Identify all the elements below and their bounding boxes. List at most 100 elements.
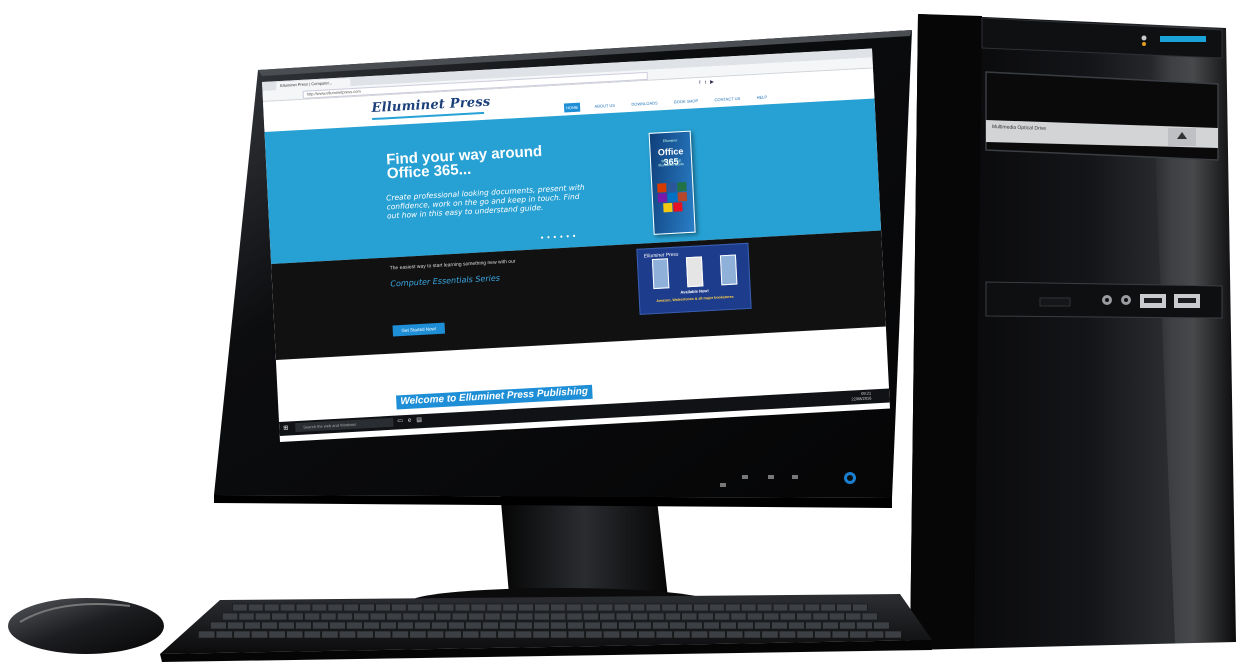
keyboard-key xyxy=(788,603,804,612)
keyboard-key xyxy=(804,603,820,612)
keyboard-key xyxy=(263,603,280,612)
nav-item-downloads[interactable]: DOWNLOADS xyxy=(629,98,660,109)
keyboard-key xyxy=(248,603,264,612)
keyboard-key xyxy=(726,630,744,639)
keyboard-key xyxy=(499,621,516,630)
taskbar-search-input[interactable]: Search the web and Windows xyxy=(295,417,394,433)
keyboard-key xyxy=(645,603,661,612)
keyboard-key xyxy=(599,612,616,621)
keyboard-key xyxy=(271,612,288,621)
keyboard-key xyxy=(635,621,652,630)
keyboard-key xyxy=(673,630,691,639)
get-started-button[interactable]: Get Started Now! xyxy=(392,322,446,337)
youtube-icon[interactable]: ▶ xyxy=(710,79,718,85)
series-name: Computer Essentials Series xyxy=(390,273,501,289)
keyboard-key xyxy=(484,612,501,621)
keyboard-key xyxy=(448,621,465,630)
promo-banner[interactable]: Elluminet Press Available Now! Amazon, W… xyxy=(636,242,752,315)
keyboard-key xyxy=(861,612,878,621)
keyboard-key xyxy=(629,603,645,612)
task-view-icon[interactable]: ▭ xyxy=(397,418,408,425)
keyboard-key xyxy=(338,630,356,639)
keyboard-key xyxy=(836,603,852,612)
keyboard-key xyxy=(693,603,709,612)
keyboard-key xyxy=(295,603,312,612)
keyboard-key xyxy=(286,630,304,639)
promo-book-3 xyxy=(719,254,738,286)
desktop-computer-photo: Elluminet Press | Computer... http://www… xyxy=(0,0,1244,665)
keyboard-key xyxy=(884,630,902,639)
edge-icon[interactable]: e xyxy=(408,417,417,423)
keyboard-key xyxy=(866,630,884,639)
keyboard-key xyxy=(287,612,304,621)
keyboard-key xyxy=(697,612,714,621)
office-365-book-cover[interactable]: Elluminet Office 365 Step by Step Illust… xyxy=(648,130,696,235)
keyboard-key xyxy=(343,603,359,612)
keyboard-key xyxy=(438,603,455,612)
keyboard-key xyxy=(567,630,585,639)
keyboard-key xyxy=(703,621,720,630)
keyboard-key xyxy=(550,621,567,630)
nav-item-home[interactable]: HOME xyxy=(563,102,581,113)
keyboard-key xyxy=(856,621,873,630)
keyboard-key xyxy=(730,612,747,621)
keyboard-key xyxy=(584,621,601,630)
office-app-tiles xyxy=(657,182,689,218)
file-explorer-icon[interactable]: ▤ xyxy=(416,417,427,424)
nav-item-contact[interactable]: CONTACT US xyxy=(712,94,742,105)
taskbar-clock[interactable]: 09:21 22/08/2016 xyxy=(851,390,872,402)
keyboard-key xyxy=(482,621,499,630)
taskbar-pinned-apps: ▭e▤ xyxy=(397,416,427,425)
keyboard-key xyxy=(585,630,603,639)
keyboard-key xyxy=(550,630,568,639)
keyboard-key xyxy=(422,603,439,612)
keyboard-key xyxy=(409,630,427,639)
promo-book-2 xyxy=(685,256,704,288)
keyboard-key xyxy=(356,630,374,639)
keyboard-key xyxy=(550,603,566,612)
keyboard-key xyxy=(709,603,725,612)
keyboard-key xyxy=(796,612,812,621)
keyboard-key xyxy=(655,630,673,639)
nav-item-book-shop[interactable]: BOOK SHOP xyxy=(672,96,700,107)
keyboard-key xyxy=(278,621,295,630)
keyboard-key xyxy=(407,603,423,612)
windows-start-icon[interactable]: ⊞ xyxy=(283,425,288,432)
keyboard-key xyxy=(737,621,754,630)
keyboard-key xyxy=(251,630,269,639)
keyboard-key xyxy=(261,621,278,630)
keyboard-key xyxy=(849,630,867,639)
keyboard-key xyxy=(468,612,484,621)
promo-book-1 xyxy=(651,258,670,290)
keyboard-key xyxy=(418,612,435,621)
banner-text: Create professional looking documents, p… xyxy=(385,182,585,221)
keyboard-key xyxy=(796,630,814,639)
keyboard-key xyxy=(222,612,238,621)
keyboard-key xyxy=(303,630,321,639)
keyboard-key xyxy=(763,612,780,621)
carousel-dots[interactable]: ● ● ● ● ● ● xyxy=(540,233,576,241)
keyboard-key xyxy=(602,630,620,639)
keyboard-key xyxy=(232,603,248,612)
keyboard-key xyxy=(470,603,486,612)
keyboard xyxy=(160,594,932,662)
keyboard-key xyxy=(532,630,550,639)
keyboard-key xyxy=(567,621,584,630)
clock-date: 22/08/2016 xyxy=(851,395,872,402)
keyboard-key xyxy=(329,621,346,630)
keyboard-key xyxy=(311,603,327,612)
nav-item-help[interactable]: HELP xyxy=(754,92,769,102)
keyboard-key xyxy=(336,612,353,621)
keyboard-key xyxy=(648,612,665,621)
keyboard-key xyxy=(831,630,849,639)
keyboard-key xyxy=(414,621,431,630)
keyboard-key xyxy=(397,621,414,630)
keyboard-key xyxy=(778,630,796,639)
keyboard-key xyxy=(873,621,890,630)
keyboard-key xyxy=(320,612,337,621)
keyboard-key xyxy=(597,603,614,612)
keyboard-key xyxy=(669,621,686,630)
keyboard-key xyxy=(363,621,380,630)
keyboard-key xyxy=(304,612,320,621)
nav-item-about[interactable]: ABOUT US xyxy=(592,101,617,111)
